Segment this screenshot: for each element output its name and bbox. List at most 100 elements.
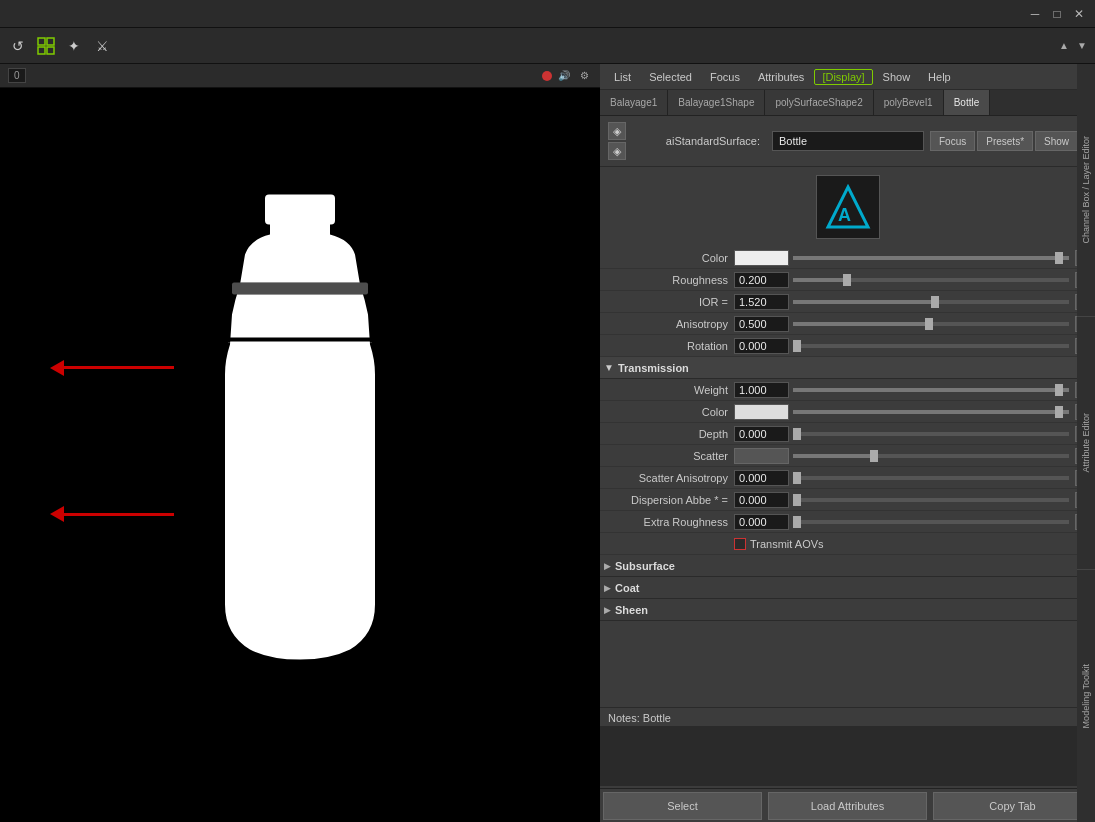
maximize-button[interactable]: □ <box>1049 6 1065 22</box>
depth-slider[interactable] <box>793 432 1069 436</box>
notes-label: Notes: Bottle <box>600 708 1095 726</box>
scatter-color-box[interactable] <box>734 448 789 464</box>
menu-attributes[interactable]: Attributes <box>750 69 812 85</box>
dispersion-slider[interactable] <box>793 498 1069 502</box>
attribute-editor-tab[interactable]: Attribute Editor <box>1077 317 1095 570</box>
svg-rect-1 <box>47 38 54 45</box>
scatter-slider[interactable] <box>793 454 1069 458</box>
anisotropy-slider[interactable] <box>793 322 1069 326</box>
anisotropy-row: Anisotropy ▦ <box>600 313 1095 335</box>
transmission-color-row: Color ▦ <box>600 401 1095 423</box>
channel-box-tab[interactable]: Channel Box / Layer Editor <box>1077 64 1095 317</box>
trans-color-slider[interactable] <box>793 410 1069 414</box>
weight-input[interactable] <box>734 382 789 398</box>
show-button[interactable]: Show <box>1035 131 1078 151</box>
scatter-aniso-row: Scatter Anisotropy ▦ <box>600 467 1095 489</box>
transmit-aovs-row: Transmit AOVs <box>600 533 1095 555</box>
color-slider[interactable] <box>793 256 1069 260</box>
tab-polysurfaceshape2[interactable]: polySurfaceShape2 <box>765 90 873 115</box>
weight-label: Weight <box>604 384 734 396</box>
svg-rect-0 <box>38 38 45 45</box>
menu-list[interactable]: List <box>606 69 639 85</box>
trans-color-value-box[interactable] <box>734 404 789 420</box>
coat-title: Coat <box>615 582 639 594</box>
select-icon[interactable]: ✦ <box>62 34 86 58</box>
load-attributes-button[interactable]: Load Attributes <box>768 792 927 820</box>
presets-button[interactable]: Presets* <box>977 131 1033 151</box>
dispersion-input[interactable] <box>734 492 789 508</box>
menu-help[interactable]: Help <box>920 69 959 85</box>
ior-slider[interactable] <box>793 300 1069 304</box>
depth-input[interactable] <box>734 426 789 442</box>
subsurface-section[interactable]: ▶ Subsurface <box>600 555 1095 577</box>
transmit-aovs-checkbox[interactable] <box>734 538 746 550</box>
header-icons: ◈ ◈ <box>608 122 626 160</box>
pin-icon[interactable]: ◈ <box>608 142 626 160</box>
rotation-row: Rotation ▦ <box>600 335 1095 357</box>
tab-balayage1[interactable]: Balayage1 <box>600 90 668 115</box>
ior-input[interactable] <box>734 294 789 310</box>
object-name-input[interactable] <box>772 131 924 151</box>
menu-display[interactable]: [Display] <box>814 69 872 85</box>
extra-roughness-input[interactable] <box>734 514 789 530</box>
scatter-aniso-slider[interactable] <box>793 476 1069 480</box>
scatter-label: Scatter <box>604 450 734 462</box>
svg-rect-6 <box>232 283 368 295</box>
scatter-aniso-input[interactable] <box>734 470 789 486</box>
trans-color-label: Color <box>604 406 734 418</box>
menu-focus[interactable]: Focus <box>702 69 748 85</box>
anisotropy-input[interactable] <box>734 316 789 332</box>
header-action-buttons: Focus Presets* Show Hide <box>930 131 1095 151</box>
audio-icon[interactable]: 🔊 <box>556 68 572 84</box>
focus-button[interactable]: Focus <box>930 131 975 151</box>
roughness-input[interactable] <box>734 272 789 288</box>
undo-icon[interactable]: ↺ <box>6 34 30 58</box>
viewport-header: 0 🔊 ⚙ <box>0 64 600 88</box>
tab-polybevel1[interactable]: polyBevel1 <box>874 90 944 115</box>
transmission-section[interactable]: ▼ Transmission <box>600 357 1095 379</box>
tab-balayage1shape[interactable]: Balayage1Shape <box>668 90 765 115</box>
transmit-aovs-label: Transmit AOVs <box>750 538 824 550</box>
channel-box-label: Channel Box / Layer Editor <box>1081 136 1091 244</box>
notes-area: Notes: Bottle <box>600 707 1095 788</box>
tools-icon[interactable]: ⚔ <box>90 34 114 58</box>
tabs-row: Balayage1 Balayage1Shape polySurfaceShap… <box>600 90 1095 116</box>
rotation-slider[interactable] <box>793 344 1069 348</box>
scroll-down-icon[interactable]: ▼ <box>1075 39 1089 53</box>
rotation-input[interactable] <box>734 338 789 354</box>
sheen-section[interactable]: ▶ Sheen <box>600 599 1095 621</box>
color-value-box[interactable] <box>734 250 789 266</box>
roughness-slider[interactable] <box>793 278 1069 282</box>
transmission-title: Transmission <box>618 362 689 374</box>
close-button[interactable]: ✕ <box>1071 6 1087 22</box>
settings-icon[interactable]: ⚙ <box>576 68 592 84</box>
depth-row: Depth ▦ <box>600 423 1095 445</box>
attributes-scroll[interactable]: Color ▦ Roughness ▦ IOR = <box>600 247 1095 707</box>
menu-selected[interactable]: Selected <box>641 69 700 85</box>
record-indicator <box>542 71 552 81</box>
svg-text:A: A <box>838 205 851 225</box>
bookmark-icon[interactable]: ◈ <box>608 122 626 140</box>
grid-icon[interactable] <box>34 34 58 58</box>
arrow-upper <box>50 360 174 376</box>
subsurface-title: Subsurface <box>615 560 675 572</box>
extra-roughness-slider[interactable] <box>793 520 1069 524</box>
minimize-button[interactable]: ─ <box>1027 6 1043 22</box>
coat-expand-icon: ▶ <box>604 583 611 593</box>
scroll-up-icon[interactable]: ▲ <box>1057 39 1071 53</box>
select-button[interactable]: Select <box>603 792 762 820</box>
weight-slider[interactable] <box>793 388 1069 392</box>
menu-show[interactable]: Show <box>875 69 919 85</box>
coat-section[interactable]: ▶ Coat <box>600 577 1095 599</box>
copy-tab-button[interactable]: Copy Tab <box>933 792 1092 820</box>
svg-rect-3 <box>47 47 54 54</box>
dispersion-label: Dispersion Abbe * = <box>604 494 734 506</box>
viewport-canvas[interactable] <box>0 88 600 822</box>
notes-textarea[interactable] <box>600 726 1095 786</box>
modeling-toolkit-tab[interactable]: Modeling Toolkit <box>1077 570 1095 822</box>
dispersion-row: Dispersion Abbe * = ▦ <box>600 489 1095 511</box>
tab-bottle[interactable]: Bottle <box>944 90 991 115</box>
arrow-lower <box>50 506 174 522</box>
right-panel: List Selected Focus Attributes [Display]… <box>600 64 1095 822</box>
toolbar: ↺ ✦ ⚔ ▲ ▼ <box>0 28 1095 64</box>
